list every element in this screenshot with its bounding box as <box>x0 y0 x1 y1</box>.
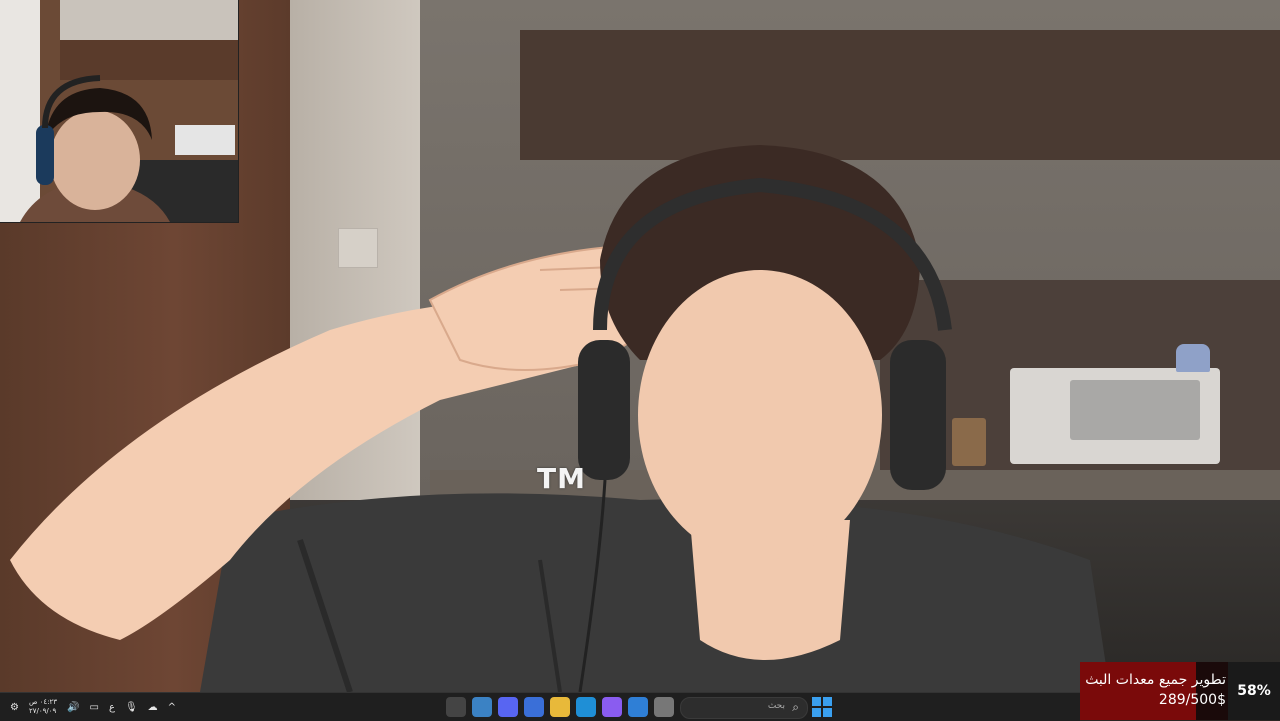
notification-icon[interactable]: ⚙ <box>10 702 19 713</box>
search-box[interactable]: بحث ⌕ <box>680 697 808 719</box>
copilot-icon[interactable] <box>602 697 622 717</box>
chrome-icon[interactable] <box>472 697 492 717</box>
mail-icon[interactable] <box>628 697 648 717</box>
edge-icon[interactable] <box>576 697 596 717</box>
network-icon[interactable]: ▭ <box>90 702 99 713</box>
store-icon[interactable] <box>524 697 544 717</box>
clock[interactable]: ٠٤:٢٣ ص ٢٧/٠٩/٠٩ <box>29 698 57 716</box>
clock-time: ٠٤:٢٣ ص <box>28 698 58 706</box>
file-explorer-icon[interactable] <box>550 697 570 717</box>
clock-date: ٢٧/٠٩/٠٩ <box>28 707 57 715</box>
webcam-image <box>0 0 238 222</box>
goal-percent: 58% <box>1228 662 1280 720</box>
taskbar: ⚙ ٠٤:٢٣ ص ٢٧/٠٩/٠٩ 🔊 ▭ ع 🎙 ☁ ^ بحث ⌕ <box>0 692 1080 721</box>
start-tile <box>812 697 821 706</box>
webcam-feed <box>0 0 239 223</box>
donation-goal-widget: تطوير جميع معدات البث 289/500$ 58% <box>1080 662 1280 720</box>
taskbar-apps <box>446 693 674 721</box>
start-tile <box>823 708 832 717</box>
start-tile <box>823 697 832 706</box>
volume-icon[interactable]: 🔊 <box>67 702 79 713</box>
chevron-up-icon[interactable]: ^ <box>168 702 176 713</box>
watermark-text: TM <box>537 462 586 495</box>
onedrive-icon[interactable]: ☁ <box>148 702 158 713</box>
goal-amount: 289/500$ <box>1158 692 1226 708</box>
goal-progress-fill <box>1080 662 1196 720</box>
start-button[interactable] <box>812 697 832 717</box>
language-indicator[interactable]: ع <box>109 702 115 713</box>
obs-icon[interactable] <box>446 697 466 717</box>
search-placeholder: بحث <box>767 701 785 711</box>
goal-title: تطوير جميع معدات البث <box>1085 672 1226 688</box>
start-tile <box>812 708 821 717</box>
task-view-icon[interactable] <box>654 697 674 717</box>
microphone-icon[interactable]: 🎙 <box>125 702 138 713</box>
discord-icon[interactable] <box>498 697 518 717</box>
system-tray: ⚙ ٠٤:٢٣ ص ٢٧/٠٩/٠٩ 🔊 ▭ ع 🎙 ☁ ^ <box>0 693 176 721</box>
search-icon: ⌕ <box>792 700 799 714</box>
